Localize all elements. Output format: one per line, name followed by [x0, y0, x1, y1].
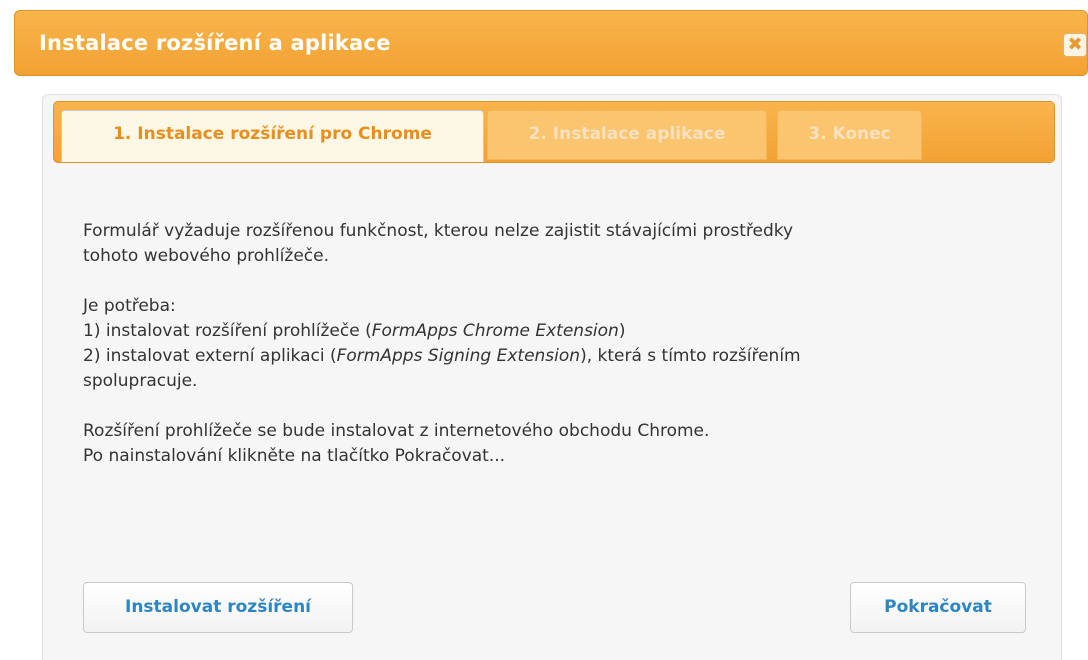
- tab-step-3-label: 3. Konec: [808, 124, 891, 144]
- dialog-titlebar: Instalace rozšíření a aplikace ✖: [14, 10, 1088, 76]
- requirement-1-prefix: 1) instalovat rozšíření prohlížeče (: [83, 321, 372, 341]
- wizard-steps-bar: 1. Instalace rozšíření pro Chrome 2. Ins…: [53, 101, 1055, 163]
- chrome-extension-name: FormApps Chrome Extension: [371, 321, 619, 341]
- tab-step-1-label: 1. Instalace rozšíření pro Chrome: [113, 124, 432, 144]
- requirements-heading: Je potřeba:: [83, 296, 176, 316]
- close-button[interactable]: ✖: [1063, 33, 1087, 57]
- tab-step-2[interactable]: 2. Instalace aplikace: [487, 110, 767, 160]
- close-icon[interactable]: ✖: [1064, 34, 1086, 56]
- requirement-2-suffix: ), která s tímto rozšířením: [580, 346, 801, 366]
- requirements-paragraph: Je potřeba: 1) instalovat rozšíření proh…: [83, 294, 1023, 394]
- signing-extension-name: FormApps Signing Extension: [336, 346, 581, 366]
- wizard-content: Formulář vyžaduje rozšířenou funkčnost, …: [83, 219, 1023, 494]
- install-dialog: Instalace rozšíření a aplikace ✖ 1. Inst…: [0, 0, 1088, 660]
- requirement-1-suffix: ): [618, 321, 626, 341]
- instructions-paragraph: Rozšíření prohlížeče se bude instalovat …: [83, 419, 1023, 469]
- instructions-line-2: Po nainstalování klikněte na tlačítko Po…: [83, 446, 506, 466]
- requirement-item-2: 2) instalovat externí aplikaci (FormApps…: [83, 344, 1023, 369]
- requirement-2-prefix: 2) instalovat externí aplikaci (: [83, 346, 337, 366]
- tab-step-1[interactable]: 1. Instalace rozšíření pro Chrome: [61, 110, 484, 162]
- intro-line-1: Formulář vyžaduje rozšířenou funkčnost, …: [83, 221, 794, 241]
- intro-paragraph: Formulář vyžaduje rozšířenou funkčnost, …: [83, 219, 1023, 269]
- requirement-item-1: 1) instalovat rozšíření prohlížeče (Form…: [83, 319, 1023, 344]
- dialog-title: Instalace rozšíření a aplikace: [39, 31, 391, 55]
- intro-line-2: tohoto webového prohlížeče.: [83, 246, 329, 266]
- instructions-line-1: Rozšíření prohlížeče se bude instalovat …: [83, 421, 710, 441]
- continue-button[interactable]: Pokračovat: [850, 582, 1026, 633]
- tab-step-2-label: 2. Instalace aplikace: [528, 124, 726, 144]
- requirement-item-2-continued: spolupracuje.: [83, 371, 198, 391]
- wizard-panel: 1. Instalace rozšíření pro Chrome 2. Ins…: [42, 94, 1062, 660]
- install-extension-button[interactable]: Instalovat rozšíření: [83, 582, 353, 633]
- tab-step-3[interactable]: 3. Konec: [777, 110, 922, 160]
